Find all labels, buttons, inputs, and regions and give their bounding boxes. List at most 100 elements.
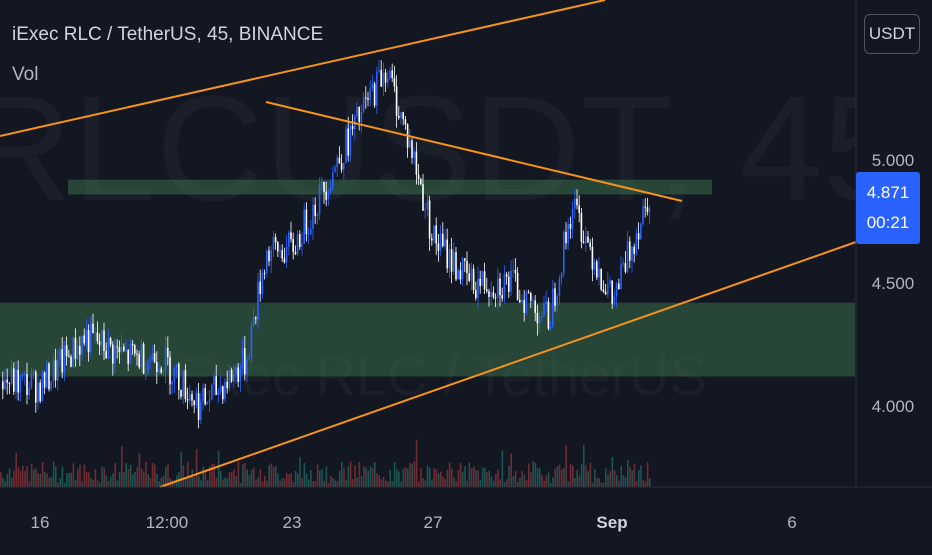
- volume-bar: [545, 475, 548, 487]
- candle-body: [481, 271, 484, 286]
- volume-indicator-label[interactable]: Vol: [12, 64, 38, 86]
- candle-body: [215, 376, 217, 395]
- price-tick-label: 5.000: [872, 151, 915, 170]
- volume-bar: [404, 467, 407, 487]
- volume-bar: [640, 465, 642, 487]
- candle-body: [52, 360, 55, 382]
- candle-body: [213, 376, 215, 385]
- volume-bar: [589, 462, 592, 487]
- volume-bar: [101, 466, 103, 487]
- volume-bar: [147, 474, 149, 487]
- volume-bar: [138, 452, 141, 487]
- candle-body: [433, 225, 435, 241]
- candle-body: [356, 107, 358, 117]
- candle-body: [556, 296, 558, 307]
- candle-body: [19, 375, 22, 393]
- candle-body: [182, 370, 184, 397]
- volume-bar: [283, 478, 286, 487]
- candle-body: [541, 316, 543, 318]
- volume-bar: [77, 468, 79, 487]
- candle-body: [261, 272, 264, 294]
- volume-bar: [202, 466, 204, 487]
- candle-body: [523, 299, 525, 313]
- volume-bar: [103, 467, 105, 487]
- chart-area[interactable]: RLCUSDT, 45iExec RLC / TetherUS4.0004.50…: [0, 0, 932, 550]
- volume-bar: [92, 479, 94, 487]
- candle-body: [233, 373, 235, 382]
- candle-body: [490, 292, 492, 297]
- candle-body: [178, 364, 180, 390]
- candle-body: [591, 246, 594, 270]
- volume-bar: [341, 462, 343, 487]
- candle-body: [428, 200, 431, 239]
- candle-body: [439, 233, 442, 251]
- volume-bar: [400, 481, 402, 487]
- volume-bar: [585, 465, 587, 487]
- candle-body: [167, 347, 169, 357]
- volume-bar: [444, 479, 446, 487]
- candle-body: [292, 239, 294, 252]
- currency-button[interactable]: USDT: [864, 14, 920, 54]
- volume-bar: [609, 471, 611, 487]
- candle-body: [92, 323, 94, 334]
- volume-bar: [580, 463, 583, 487]
- candle-body: [420, 178, 422, 185]
- time-tick-label: 6: [787, 513, 796, 532]
- candle-body: [158, 368, 160, 372]
- volume-bar: [206, 479, 209, 487]
- candle-body: [569, 223, 572, 229]
- volume-bar: [393, 462, 396, 487]
- time-tick-label: 23: [283, 513, 302, 532]
- candle-body: [455, 251, 457, 280]
- volume-bar: [70, 472, 72, 487]
- volume-bar: [484, 467, 486, 487]
- volume-bar: [622, 475, 625, 487]
- chart-title: iExec RLC / TetherUS, 45, BINANCE: [12, 24, 324, 45]
- volume-bar: [629, 466, 631, 487]
- candle-body: [580, 212, 583, 242]
- volume-bar: [347, 466, 350, 487]
- volume-bar: [37, 473, 39, 487]
- candle-body: [618, 283, 620, 290]
- candle-body: [378, 69, 380, 72]
- volume-bar: [365, 467, 367, 487]
- candle-body: [554, 288, 556, 307]
- candle-body: [244, 348, 246, 375]
- volume-bar: [508, 465, 510, 487]
- volume-bar: [239, 482, 242, 487]
- volume-bar: [35, 468, 37, 487]
- candle-body: [189, 394, 191, 401]
- candle-body: [633, 246, 635, 254]
- candle-body: [224, 381, 226, 400]
- time-tick-label: 27: [424, 513, 443, 532]
- price-chart[interactable]: RLCUSDT, 45iExec RLC / TetherUS4.0004.50…: [0, 0, 932, 550]
- candle-body: [147, 361, 149, 373]
- candle-body: [464, 258, 466, 261]
- candle-body: [299, 234, 301, 247]
- volume-bar: [631, 470, 633, 487]
- volume-bar: [558, 464, 561, 487]
- volume-bar: [85, 472, 88, 487]
- candle-body: [620, 264, 622, 290]
- candle-body: [76, 346, 79, 359]
- candle-body: [246, 359, 248, 375]
- volume-bar: [541, 475, 543, 487]
- volume-bar: [66, 473, 68, 487]
- candle-body: [98, 341, 101, 346]
- volume-bar: [305, 473, 308, 487]
- candle-body: [79, 346, 81, 355]
- volume-bar: [41, 461, 44, 487]
- candle-body: [426, 200, 429, 210]
- volume-bar: [523, 474, 526, 487]
- volume-bar: [224, 477, 226, 487]
- candle-body: [303, 209, 305, 244]
- candle-body: [351, 126, 354, 130]
- candle-body: [494, 297, 497, 299]
- volume-bar: [11, 477, 13, 487]
- candle-body: [626, 241, 629, 272]
- candle-body: [101, 330, 103, 346]
- volume-bar: [310, 470, 312, 487]
- volume-bar: [226, 478, 229, 487]
- volume-bar: [266, 480, 268, 487]
- candle-body: [369, 88, 371, 100]
